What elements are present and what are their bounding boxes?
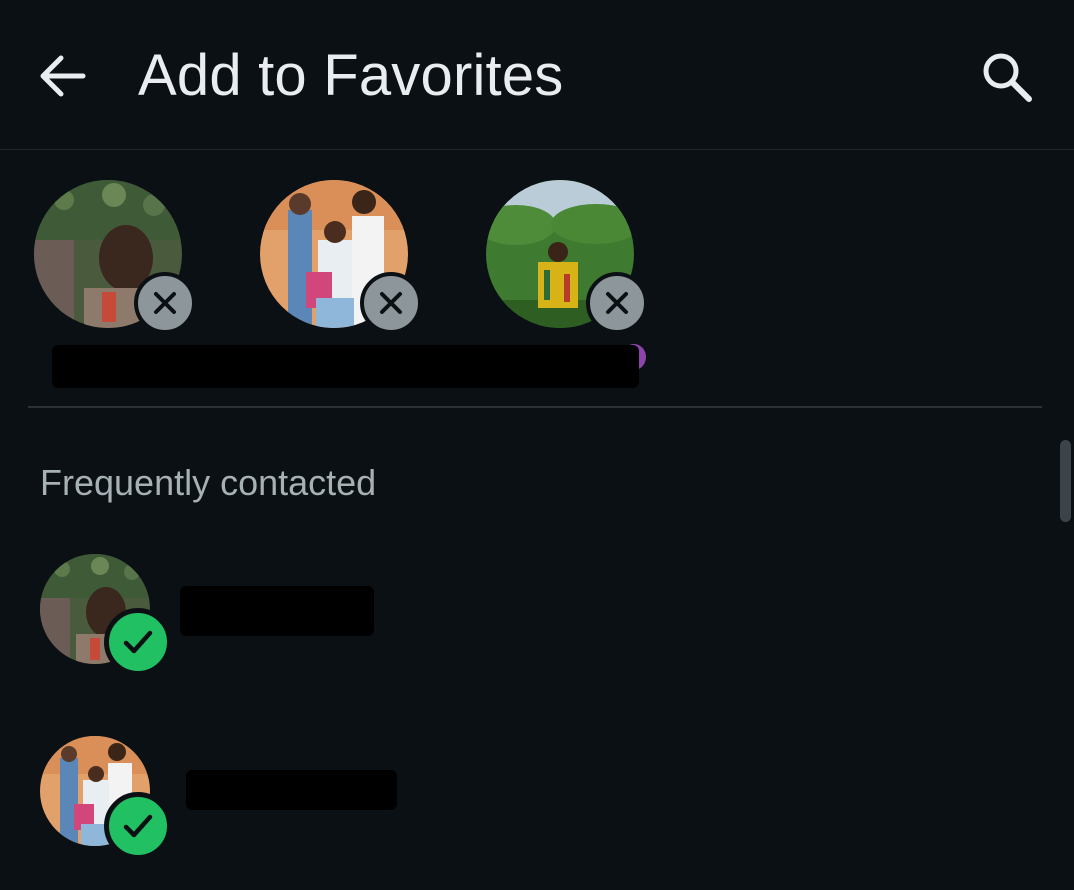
section-title: Frequently contacted [40, 462, 377, 503]
search-button[interactable] [972, 46, 1042, 108]
selected-contacts-strip [0, 150, 1074, 408]
add-to-favorites-screen: Add to Favorites Frequently contacted [0, 0, 1074, 890]
app-bar: Add to Favorites [0, 0, 1074, 150]
scrollbar-thumb[interactable] [1060, 440, 1071, 522]
redacted-names [52, 345, 639, 388]
selected-contact-1[interactable] [34, 180, 209, 340]
remove-button[interactable] [586, 272, 648, 334]
divider [28, 406, 1042, 408]
remove-button[interactable] [134, 272, 196, 334]
arrow-left-icon [40, 55, 86, 97]
check-icon [123, 814, 153, 838]
search-icon [983, 53, 1032, 102]
contact-row[interactable] [0, 554, 1060, 704]
check-icon [123, 630, 153, 654]
page-title: Add to Favorites [138, 43, 564, 108]
selected-contact-3[interactable] [486, 180, 661, 340]
selected-badge [104, 608, 172, 676]
contact-row[interactable] [0, 736, 1060, 886]
close-icon [380, 292, 402, 314]
remove-button[interactable] [360, 272, 422, 334]
back-button[interactable] [30, 48, 92, 104]
redacted-contact-name [186, 770, 397, 810]
selected-contact-2[interactable] [260, 180, 435, 340]
close-icon [606, 292, 628, 314]
selected-badge [104, 792, 172, 860]
redacted-contact-name [180, 586, 374, 636]
close-icon [154, 292, 176, 314]
